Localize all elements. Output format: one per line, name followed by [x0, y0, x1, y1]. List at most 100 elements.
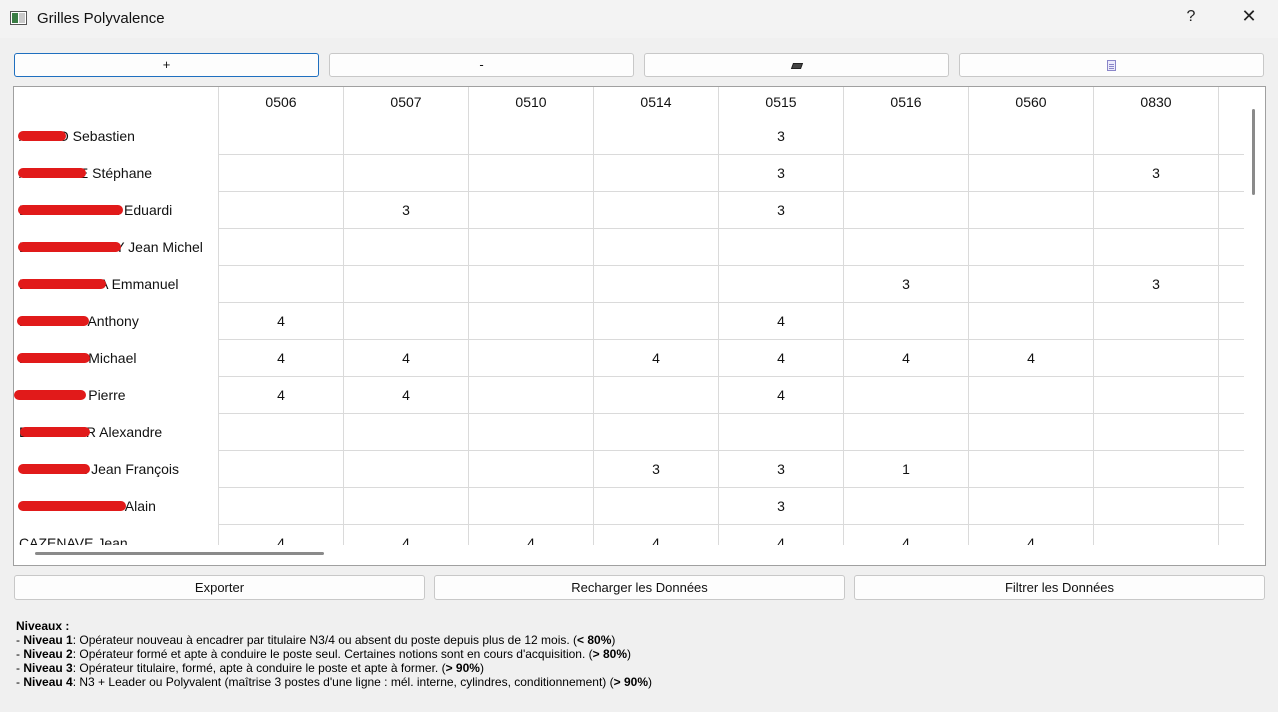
- table-cell[interactable]: [1219, 377, 1244, 414]
- column-header[interactable]: 0507: [344, 87, 469, 118]
- row-header-employee[interactable]: AGUERRE Stéphane: [14, 155, 219, 192]
- table-cell[interactable]: [844, 303, 969, 340]
- column-header[interactable]: 0830: [1094, 87, 1219, 118]
- table-cell[interactable]: [844, 377, 969, 414]
- table-cell[interactable]: [594, 118, 719, 155]
- table-cell[interactable]: [1219, 155, 1244, 192]
- table-cell[interactable]: 3: [1094, 155, 1219, 192]
- table-cell[interactable]: [344, 155, 469, 192]
- table-cell[interactable]: [844, 488, 969, 525]
- table-cell[interactable]: [469, 229, 594, 266]
- table-cell[interactable]: [469, 414, 594, 451]
- table-cell[interactable]: [1094, 118, 1219, 155]
- table-cell[interactable]: 4: [719, 377, 844, 414]
- help-button[interactable]: ?: [1178, 8, 1204, 30]
- table-cell[interactable]: [594, 303, 719, 340]
- table-cell[interactable]: [219, 118, 344, 155]
- column-header[interactable]: 0560: [969, 87, 1094, 118]
- table-cell[interactable]: [719, 266, 844, 303]
- table-cell[interactable]: [219, 488, 344, 525]
- table-cell[interactable]: 4: [469, 525, 594, 545]
- table-cell[interactable]: 4: [219, 303, 344, 340]
- table-cell[interactable]: [969, 229, 1094, 266]
- table-cell[interactable]: [594, 229, 719, 266]
- table-cell[interactable]: [594, 488, 719, 525]
- table-cell[interactable]: 3: [719, 451, 844, 488]
- table-cell[interactable]: [344, 488, 469, 525]
- table-cell[interactable]: [1094, 229, 1219, 266]
- table-cell[interactable]: 1: [844, 451, 969, 488]
- table-cell[interactable]: [594, 266, 719, 303]
- table-cell[interactable]: [1219, 303, 1244, 340]
- add-row-button[interactable]: +: [14, 53, 319, 77]
- remove-row-button[interactable]: -: [329, 53, 634, 77]
- table-cell[interactable]: 4: [719, 525, 844, 545]
- row-header-employee[interactable]: CAMPANE Jean François: [14, 451, 219, 488]
- table-cell[interactable]: [594, 192, 719, 229]
- table-cell[interactable]: 3: [594, 451, 719, 488]
- row-header-employee[interactable]: BAGDASARIAN Eduardi: [14, 192, 219, 229]
- table-cell[interactable]: [469, 340, 594, 377]
- table-cell[interactable]: [219, 414, 344, 451]
- table-cell[interactable]: 3: [1094, 266, 1219, 303]
- table-cell[interactable]: [469, 303, 594, 340]
- vertical-scroll-thumb[interactable]: [1252, 109, 1255, 195]
- table-cell[interactable]: 4: [969, 525, 1094, 545]
- row-header-employee[interactable]: BIDONDO Anthony: [14, 303, 219, 340]
- table-cell[interactable]: [219, 229, 344, 266]
- table-cell[interactable]: [344, 266, 469, 303]
- table-cell[interactable]: [969, 118, 1094, 155]
- table-cell[interactable]: [719, 414, 844, 451]
- table-cell[interactable]: 3: [719, 192, 844, 229]
- table-cell[interactable]: [969, 266, 1094, 303]
- table-cell[interactable]: 3: [719, 118, 844, 155]
- table-cell[interactable]: [969, 155, 1094, 192]
- table-cell[interactable]: [1219, 525, 1244, 545]
- table-cell[interactable]: [219, 155, 344, 192]
- table-cell[interactable]: [469, 155, 594, 192]
- polyvalence-table[interactable]: ACERO SebastienAGUERRE StéphaneBAGDASARI…: [13, 86, 1266, 566]
- table-cell[interactable]: [1219, 488, 1244, 525]
- table-cell[interactable]: [1094, 303, 1219, 340]
- table-cell[interactable]: 4: [344, 340, 469, 377]
- export-button[interactable]: Exporter: [14, 575, 425, 600]
- table-cell[interactable]: [844, 118, 969, 155]
- table-cell[interactable]: [969, 451, 1094, 488]
- row-header-employee[interactable]: CARRICABURU Alain: [14, 488, 219, 525]
- table-cell[interactable]: 4: [219, 340, 344, 377]
- column-header[interactable]: 0516: [844, 87, 969, 118]
- table-cell[interactable]: [1094, 192, 1219, 229]
- table-cell[interactable]: 4: [219, 377, 344, 414]
- table-cell[interactable]: [969, 377, 1094, 414]
- table-cell[interactable]: [469, 266, 594, 303]
- table-cell[interactable]: [344, 229, 469, 266]
- table-cell[interactable]: [219, 266, 344, 303]
- close-button[interactable]: ✕: [1236, 6, 1262, 30]
- vertical-scrollbar[interactable]: [1245, 87, 1265, 545]
- table-cell[interactable]: [844, 192, 969, 229]
- table-cell[interactable]: [719, 229, 844, 266]
- table-cell[interactable]: 4: [844, 525, 969, 545]
- table-cell[interactable]: [469, 192, 594, 229]
- table-cell[interactable]: [1219, 451, 1244, 488]
- table-cell[interactable]: 4: [219, 525, 344, 545]
- horizontal-scroll-thumb[interactable]: [35, 552, 324, 555]
- table-cell[interactable]: [469, 451, 594, 488]
- table-cell[interactable]: 4: [594, 340, 719, 377]
- row-header-employee[interactable]: BIDONDO Michael: [14, 340, 219, 377]
- row-header-employee[interactable]: BEHEREGARAY Jean Michel: [14, 229, 219, 266]
- table-cell[interactable]: [844, 229, 969, 266]
- table-cell[interactable]: [1219, 229, 1244, 266]
- table-cell[interactable]: [1219, 266, 1244, 303]
- horizontal-scrollbar[interactable]: [14, 545, 1265, 565]
- table-cell[interactable]: [969, 414, 1094, 451]
- table-grid[interactable]: 0506 0507 0510 0514 0515 0516 0560 0830 3 3 3 3 3 3 3 4…: [219, 87, 1244, 545]
- table-cell[interactable]: [1094, 451, 1219, 488]
- column-header[interactable]: 0514: [594, 87, 719, 118]
- table-cell[interactable]: [844, 414, 969, 451]
- column-header[interactable]: [1219, 87, 1244, 118]
- table-cell[interactable]: [1094, 340, 1219, 377]
- filter-data-button[interactable]: Filtrer les Données: [854, 575, 1265, 600]
- table-cell[interactable]: 4: [344, 377, 469, 414]
- table-cell[interactable]: [969, 488, 1094, 525]
